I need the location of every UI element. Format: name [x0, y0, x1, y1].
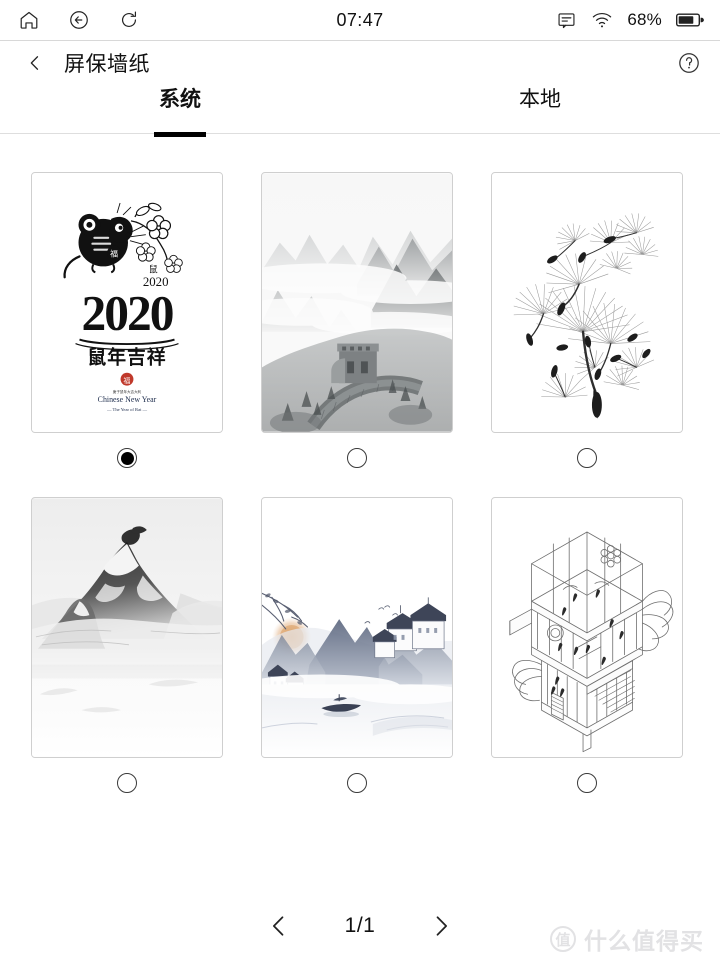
status-bar-left-group — [18, 9, 140, 31]
pagination-page-indicator: 1/1 — [344, 914, 376, 937]
status-bar-right-group: 68% — [556, 0, 704, 40]
battery-percent-label: 68% — [627, 10, 662, 29]
artwork-great-wall — [262, 173, 452, 432]
wallpaper-grid: 福 鼠 2020 2020 鼠年吉祥 福 庚子鼠年大吉大利 Chinese Ne… — [0, 134, 720, 808]
tab-system[interactable]: 系统 — [0, 85, 360, 133]
radio-indicator — [577, 773, 597, 793]
home-icon[interactable] — [18, 9, 40, 31]
pagination-prev-button[interactable] — [262, 909, 296, 943]
wallpaper-cell — [491, 172, 683, 483]
wallpaper-cell — [31, 497, 223, 808]
back-button[interactable] — [24, 52, 46, 74]
wallpaper-thumbnail-great-wall-ink-mountains[interactable] — [261, 172, 453, 433]
artwork-badge-cn: 鼠 — [149, 263, 158, 275]
artwork-snow-mountain — [32, 498, 222, 757]
wifi-icon[interactable] — [591, 9, 613, 31]
wallpaper-cell — [261, 172, 453, 483]
artwork-dandelion — [492, 173, 682, 432]
radio-indicator — [347, 448, 367, 468]
wallpaper-radio-dandelion-seeds-sketch[interactable] — [577, 433, 597, 483]
title-bar: 屏保墙纸 — [0, 41, 720, 85]
tab-bar: 系统 本地 — [0, 85, 720, 133]
wallpaper-radio-chinese-new-year-2020-rat[interactable] — [117, 433, 137, 483]
question-circle-icon[interactable] — [676, 50, 702, 76]
wallpaper-radio-snow-mountain-peak[interactable] — [117, 758, 137, 808]
wallpaper-cell: 福 鼠 2020 2020 鼠年吉祥 福 庚子鼠年大吉大利 Chinese Ne… — [31, 172, 223, 483]
artwork-caption-big: 2020 — [81, 286, 172, 341]
wallpaper-cell — [261, 497, 453, 808]
page-title: 屏保墙纸 — [64, 53, 150, 76]
wallpaper-radio-isometric-house-line-art[interactable] — [577, 758, 597, 808]
refresh-icon[interactable] — [118, 9, 140, 31]
svg-text:福: 福 — [110, 249, 118, 258]
artwork-caption-en-sub: — The Year of Rat — — [106, 407, 148, 412]
wallpaper-thumbnail-isometric-house-line-art[interactable] — [491, 497, 683, 758]
artwork-chinese-new-year: 福 鼠 2020 2020 鼠年吉祥 福 庚子鼠年大吉大利 Chinese Ne… — [32, 173, 222, 432]
artwork-ink-village — [262, 498, 452, 757]
radio-indicator — [117, 448, 137, 468]
tab-local-label: 本地 — [519, 88, 561, 111]
wallpaper-thumbnail-snow-mountain-peak[interactable] — [31, 497, 223, 758]
pagination-next-button[interactable] — [424, 909, 458, 943]
wallpaper-thumbnail-dandelion-seeds-sketch[interactable] — [491, 172, 683, 433]
battery-icon — [676, 12, 704, 28]
artwork-caption-cn: 鼠年吉祥 — [87, 345, 166, 368]
radio-indicator — [347, 773, 367, 793]
tab-system-label: 系统 — [159, 88, 201, 111]
radio-indicator — [577, 448, 597, 468]
tab-local[interactable]: 本地 — [360, 85, 720, 133]
artwork-caption-en: Chinese New Year — [98, 395, 157, 404]
pagination-bar: 1/1 — [0, 900, 720, 952]
svg-text:庚子鼠年大吉大利: 庚子鼠年大吉大利 — [113, 389, 142, 394]
svg-text:福: 福 — [124, 376, 131, 385]
artwork-isometric-house — [492, 498, 682, 757]
wallpaper-radio-great-wall-ink-mountains[interactable] — [347, 433, 367, 483]
wallpaper-cell — [491, 497, 683, 808]
wallpaper-thumbnail-chinese-new-year-2020-rat[interactable]: 福 鼠 2020 2020 鼠年吉祥 福 庚子鼠年大吉大利 Chinese Ne… — [31, 172, 223, 433]
radio-indicator — [117, 773, 137, 793]
status-bar: 07:47 68% — [0, 0, 720, 40]
wallpaper-thumbnail-ink-village-boat-sunrise[interactable] — [261, 497, 453, 758]
wallpaper-radio-ink-village-boat-sunrise[interactable] — [347, 758, 367, 808]
back-circle-icon[interactable] — [68, 9, 90, 31]
note-icon[interactable] — [556, 10, 577, 31]
